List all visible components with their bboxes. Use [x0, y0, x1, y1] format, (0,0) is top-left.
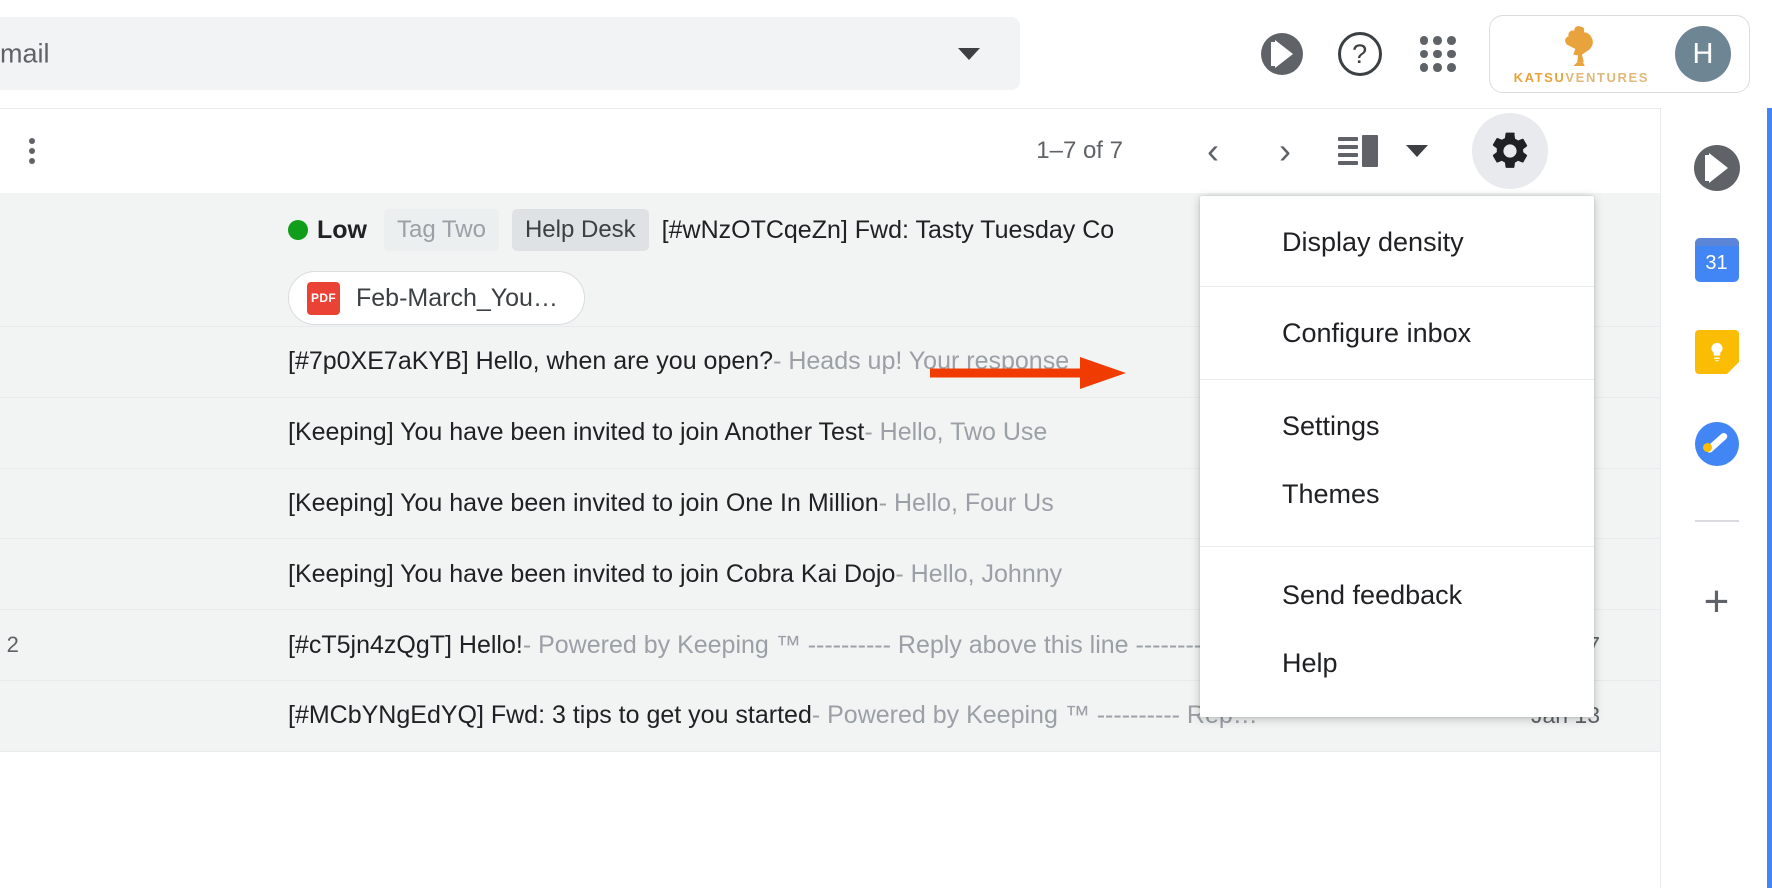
row-snippet: - Heads up! Your response	[773, 347, 1069, 376]
menu-group: Send feedback Help	[1200, 547, 1594, 717]
attachment-name: Feb-March_You…	[356, 284, 558, 313]
row-snippet: - Hello, Two Use	[864, 418, 1047, 447]
apps-grid-icon[interactable]	[1399, 15, 1477, 93]
row-snippet: - Hello, Johnny	[895, 560, 1062, 589]
gmail-window: mail ? KATSUVENT	[0, 0, 1772, 888]
row-subject: [Keeping] You have been invited to join …	[288, 418, 864, 447]
pdf-icon: PDF	[307, 282, 340, 315]
top-bar-icons: ? KATSUVENTURES H	[1243, 0, 1772, 108]
brand-logo: KATSUVENTURES	[1514, 23, 1649, 85]
row-thread-count: 2	[7, 632, 19, 658]
menu-item-help[interactable]: Help	[1200, 629, 1594, 697]
settings-gear-button[interactable]	[1472, 113, 1548, 189]
row-sender: Support 2	[0, 610, 19, 680]
row-subject-area: [#MCbYNgEdYQ] Fwd: 3 tips to get you sta…	[288, 681, 1258, 751]
row-snippet: - Powered by Keeping ™ ---------- Rep…	[812, 701, 1258, 730]
priority-badge: Low	[288, 216, 367, 245]
page-count: 1–7 of 7	[1036, 137, 1123, 165]
row-subject-area: [Keeping] You have been invited to join …	[288, 469, 1054, 539]
row-snippet: - Powered by Keeping ™ ---------- Reply …	[523, 631, 1264, 660]
gear-icon	[1488, 129, 1532, 173]
brand-name: KATSUVENTURES	[1514, 70, 1649, 85]
row-subject: [#7p0XE7aKYB] Hello, when are you open?	[288, 347, 773, 376]
search-input-text: mail	[0, 38, 50, 69]
row-subject-area: [Keeping] You have been invited to join …	[288, 398, 1047, 468]
tag-chip[interactable]: Tag Two	[384, 209, 499, 251]
top-bar: mail ? KATSUVENT	[0, 0, 1772, 108]
calendar-day-number: 31	[1695, 238, 1739, 282]
previous-page-button[interactable]: ‹	[1186, 124, 1240, 178]
row-subject: [#MCbYNgEdYQ] Fwd: 3 tips to get you sta…	[288, 701, 812, 730]
chevron-down-icon[interactable]	[958, 48, 980, 60]
row-subject-area: [#cT5jn4zQgT] Hello! - Powered by Keepin…	[288, 610, 1264, 680]
calendar-icon[interactable]: 31	[1693, 236, 1741, 284]
scrollbar[interactable]	[1767, 108, 1772, 888]
split-pane-icon[interactable]	[1338, 134, 1382, 168]
menu-group: Settings Themes	[1200, 380, 1594, 547]
row-snippet: - Hello, Four Us	[879, 489, 1054, 518]
menu-item-send-feedback[interactable]: Send feedback	[1200, 561, 1594, 629]
tag-chip[interactable]: Help Desk	[512, 209, 649, 251]
search-input[interactable]: mail	[0, 17, 1020, 90]
keep-icon[interactable]	[1693, 328, 1741, 376]
settings-dropdown-menu: Display density Configure inbox Settings…	[1200, 196, 1594, 717]
account-chip[interactable]: KATSUVENTURES H	[1489, 15, 1750, 93]
attachment-chip[interactable]: PDF Feb-March_You…	[288, 271, 585, 325]
more-vertical-icon[interactable]	[12, 131, 52, 171]
next-page-button[interactable]: ›	[1258, 124, 1312, 178]
menu-item-settings[interactable]: Settings	[1200, 392, 1594, 460]
add-app-button[interactable]: +	[1704, 580, 1730, 624]
menu-item-display-density[interactable]: Display density	[1200, 208, 1594, 276]
right-side-panel: 31 +	[1660, 108, 1772, 888]
row-subject: [Keeping] You have been invited to join …	[288, 560, 895, 589]
row-subject: [#wNzOTCqeZn] Fwd: Tasty Tuesday Co	[662, 216, 1114, 245]
menu-item-configure-inbox[interactable]: Configure inbox	[1200, 299, 1594, 367]
rooster-icon	[1552, 23, 1610, 67]
menu-item-themes[interactable]: Themes	[1200, 460, 1594, 528]
sidebar-divider	[1695, 520, 1739, 522]
avatar[interactable]: H	[1675, 26, 1731, 82]
split-pane-chevron-down-icon[interactable]	[1406, 145, 1428, 157]
priority-dot-icon	[288, 220, 308, 240]
keeping-icon[interactable]	[1693, 144, 1741, 192]
row-subject-area: Low Tag Two Help Desk [#wNzOTCqeZn] Fwd:…	[288, 193, 1114, 267]
list-toolbar: 1–7 of 7 ‹ ›	[0, 108, 1660, 193]
help-circle-icon[interactable]: ?	[1321, 15, 1399, 93]
keeping-k-icon[interactable]	[1243, 15, 1321, 93]
menu-group: Configure inbox	[1200, 287, 1594, 380]
row-subject-area: [#7p0XE7aKYB] Hello, when are you open? …	[288, 327, 1069, 397]
row-subject-area: [Keeping] You have been invited to join …	[288, 539, 1062, 609]
list-bottom-area	[0, 763, 1660, 888]
tasks-icon[interactable]	[1693, 420, 1741, 468]
menu-group: Display density	[1200, 196, 1594, 287]
row-subject: [#cT5jn4zQgT] Hello!	[288, 631, 523, 660]
row-subject: [Keeping] You have been invited to join …	[288, 489, 879, 518]
